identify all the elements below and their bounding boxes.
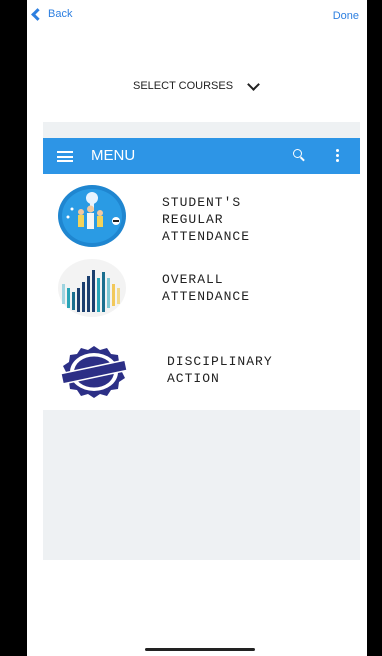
navigation-bar: Back Done xyxy=(27,0,367,34)
select-courses-dropdown[interactable]: SELECT COURSES xyxy=(133,77,260,92)
bar-chart-icon[interactable] xyxy=(56,258,128,318)
menu-bar: MENU xyxy=(43,138,360,174)
chevron-down-icon xyxy=(247,77,260,91)
attend-today-icon[interactable] xyxy=(56,183,128,249)
app-screen: Back Done SELECT COURSES MENU STUDENT'S … xyxy=(27,0,367,656)
menu-item-label: DISCIPLINARY ACTION xyxy=(167,354,273,386)
back-button[interactable]: Back xyxy=(31,7,73,21)
menu-item-disciplinary-action[interactable]: DISCIPLINARY ACTION xyxy=(167,353,273,387)
hamburger-menu-icon[interactable] xyxy=(57,151,73,162)
done-button[interactable]: Done xyxy=(333,10,359,22)
disciplinary-stamp-icon[interactable] xyxy=(58,344,130,398)
menu-item-students-regular-attendance[interactable]: STUDENT'S REGULAR ATTENDANCE xyxy=(162,194,250,245)
menu-item-overall-attendance[interactable]: OVERALL ATTENDANCE xyxy=(162,271,250,305)
back-label: Back xyxy=(48,8,73,20)
search-icon[interactable] xyxy=(293,149,306,162)
chevron-left-icon xyxy=(31,7,44,21)
menu-item-label: STUDENT'S REGULAR ATTENDANCE xyxy=(162,195,251,244)
home-indicator[interactable] xyxy=(145,648,255,651)
menu-title: MENU xyxy=(91,147,136,164)
select-courses-label: SELECT COURSES xyxy=(133,80,234,92)
more-options-icon[interactable] xyxy=(336,149,339,163)
menu-item-label: OVERALL ATTENDANCE xyxy=(162,272,251,304)
